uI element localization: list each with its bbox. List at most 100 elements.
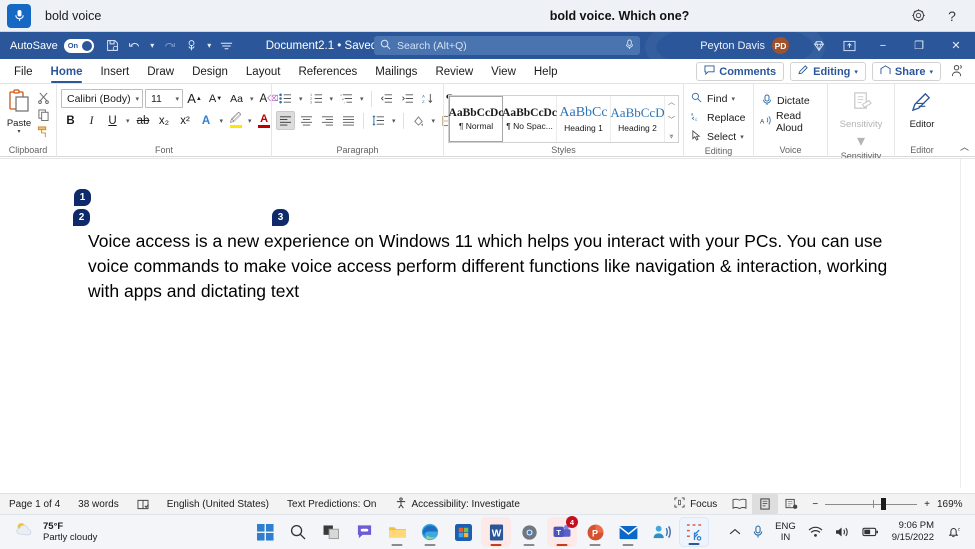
close-button[interactable]: ✕ [937, 32, 975, 59]
shading-icon[interactable] [409, 111, 428, 130]
scrollbar-thumb[interactable] [962, 161, 973, 281]
text-predictions[interactable]: Text Predictions: On [278, 494, 385, 515]
chat-button[interactable] [349, 517, 379, 547]
strikethrough-button[interactable]: ab [134, 111, 153, 130]
snipping-tool-button[interactable] [679, 517, 709, 547]
style-heading-1[interactable]: AaBbCc Heading 1 [557, 96, 611, 142]
align-left-icon[interactable] [276, 111, 295, 130]
print-layout-icon[interactable] [752, 493, 779, 515]
microsoft-store-button[interactable] [448, 517, 478, 547]
decrease-indent-icon[interactable] [377, 89, 396, 108]
voice-access-button[interactable] [646, 517, 676, 547]
battery-icon[interactable] [856, 517, 885, 547]
teams-button[interactable]: T 4 [547, 516, 578, 547]
ribbon-display-options-icon[interactable] [834, 32, 865, 59]
paste-chevron-icon[interactable]: ▾ [17, 129, 20, 135]
mail-button[interactable] [613, 517, 643, 547]
shading-chevron-icon[interactable]: ▾ [430, 117, 438, 125]
sort-icon[interactable]: AZ [419, 89, 438, 108]
document-page[interactable]: Voice access is a new experience on Wind… [0, 159, 960, 488]
bold-button[interactable]: B [61, 111, 80, 130]
shrink-font-button[interactable]: A ▼ [206, 89, 225, 108]
microphone-icon[interactable] [7, 3, 31, 28]
voice-access-marker-3[interactable]: 3 [272, 209, 289, 226]
style-no-spacing[interactable]: AaBbCcDc ¶ No Spac... [502, 96, 557, 142]
share-button[interactable]: Share ▾ [871, 62, 941, 81]
align-right-icon[interactable] [318, 111, 337, 130]
editor-button[interactable]: Editor [899, 87, 945, 130]
paste-button[interactable]: Paste ▾ [4, 87, 34, 135]
bullet-list-chevron-icon[interactable]: ▾ [297, 95, 305, 103]
search-microphone-icon[interactable] [625, 39, 634, 53]
bullet-list-icon[interactable] [276, 89, 295, 108]
file-explorer-button[interactable] [382, 517, 412, 547]
underline-button[interactable]: U [103, 111, 122, 130]
subscript-button[interactable]: x₂ [155, 111, 174, 130]
select-button[interactable]: Select ▾ [688, 128, 744, 146]
italic-button[interactable]: I [82, 111, 101, 130]
editing-button[interactable]: Editing ▾ [790, 62, 866, 81]
multilevel-list-icon[interactable]: 1ai [337, 89, 356, 108]
styles-more-icon[interactable]: ⩔ [665, 133, 678, 141]
search-input[interactable] [397, 39, 625, 52]
read-mode-icon[interactable] [726, 494, 752, 515]
change-case-chevron-icon[interactable]: ▾ [248, 95, 256, 103]
scissors-icon[interactable] [34, 90, 52, 105]
numbered-list-chevron-icon[interactable]: ▾ [328, 95, 336, 103]
tab-mailings[interactable]: Mailings [366, 63, 426, 83]
find-chevron-icon[interactable]: ▾ [731, 95, 735, 103]
redo-icon[interactable] [159, 35, 181, 57]
numbered-list-icon[interactable]: 123 [307, 89, 326, 108]
page-number[interactable]: Page 1 of 4 [0, 494, 69, 515]
tab-layout[interactable]: Layout [237, 63, 290, 83]
styles-scroll-up-icon[interactable]: ︿ [665, 97, 678, 107]
start-button[interactable] [250, 517, 280, 547]
proofing-icon[interactable] [128, 494, 158, 515]
superscript-button[interactable]: x² [176, 111, 195, 130]
account-name[interactable]: Peyton Davis [700, 40, 765, 52]
zoom-slider-handle[interactable] [881, 498, 887, 510]
edge-button[interactable] [415, 517, 445, 547]
avatar[interactable]: PD [772, 37, 789, 54]
justify-icon[interactable] [339, 111, 358, 130]
comments-button[interactable]: Comments [696, 62, 785, 81]
text-effects-chevron-icon[interactable]: ▾ [218, 117, 226, 125]
web-layout-icon[interactable] [778, 494, 804, 515]
notification-bell-icon[interactable]: z [941, 517, 967, 547]
voice-access-marker-1[interactable]: 1 [74, 189, 91, 206]
document-body-text[interactable]: Voice access is a new experience on Wind… [88, 229, 888, 304]
wifi-icon[interactable] [802, 517, 829, 547]
tab-draw[interactable]: Draw [138, 63, 183, 83]
underline-chevron-icon[interactable]: ▾ [124, 117, 132, 125]
font-family-chevron-icon[interactable]: ▾ [131, 95, 139, 103]
font-color-button[interactable]: A [256, 111, 273, 130]
tab-help[interactable]: Help [525, 63, 567, 83]
share-chevron-icon[interactable]: ▾ [929, 68, 933, 76]
copy-icon[interactable] [34, 107, 52, 122]
grow-font-button[interactable]: A ▲ [185, 89, 204, 108]
touch-mode-chevron-icon[interactable]: ▾ [203, 35, 216, 57]
zoom-level[interactable]: 169% [937, 499, 967, 510]
document-title[interactable]: Document2.1 • Saved ▾ [266, 40, 386, 52]
show-hidden-icons-icon[interactable] [723, 517, 747, 547]
collapse-ribbon-icon[interactable]: ︿ [960, 140, 969, 153]
minimize-button[interactable]: − [865, 32, 901, 59]
powerpoint-button[interactable]: P [580, 517, 610, 547]
align-center-icon[interactable] [297, 111, 316, 130]
increase-indent-icon[interactable] [398, 89, 417, 108]
line-spacing-icon[interactable] [369, 111, 388, 130]
search-box[interactable] [374, 36, 640, 55]
editing-chevron-icon[interactable]: ▾ [854, 68, 858, 76]
tab-file[interactable]: File [5, 63, 42, 83]
format-painter-icon[interactable] [34, 124, 52, 139]
language[interactable]: English (United States) [158, 494, 278, 515]
voice-access-marker-2[interactable]: 2 [73, 209, 90, 226]
line-spacing-chevron-icon[interactable]: ▾ [390, 117, 398, 125]
focus-button[interactable]: Focus [665, 494, 726, 515]
style-heading-2[interactable]: AaBbCcD Heading 2 [610, 96, 665, 142]
zoom-out-button[interactable]: − [812, 499, 818, 510]
change-case-button[interactable]: Aa [227, 89, 246, 108]
task-view-button[interactable] [316, 517, 346, 547]
font-family-combo[interactable]: Calibri (Body) ▾ [61, 89, 143, 108]
word-button[interactable]: W [481, 517, 511, 547]
